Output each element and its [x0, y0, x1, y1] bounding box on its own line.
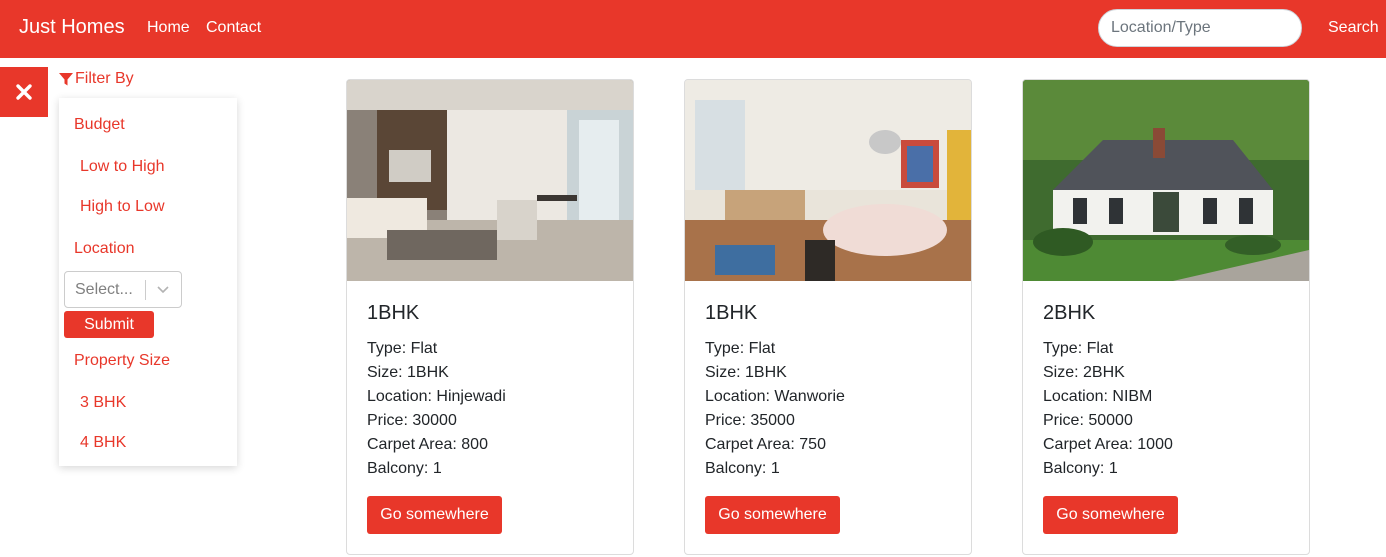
- property-size-label: Property Size: [74, 352, 171, 369]
- property-card: 1BHK Type: Flat Size: 1BHK Location: Hin…: [346, 79, 634, 555]
- funnel-icon: [59, 73, 73, 86]
- search-input[interactable]: [1098, 9, 1302, 47]
- property-card: 1BHK Type: Flat Size: 1BHK Location: Wan…: [684, 79, 972, 555]
- go-somewhere-button[interactable]: Go somewhere: [367, 496, 502, 534]
- search-button[interactable]: Search: [1328, 19, 1379, 37]
- property-card: 2BHK Type: Flat Size: 2BHK Location: NIB…: [1022, 79, 1310, 555]
- card-carpet-area: Carpet Area: 750: [705, 436, 826, 453]
- brand-logo[interactable]: Just Homes: [19, 16, 125, 39]
- size-4bhk[interactable]: 4 BHK: [80, 434, 126, 452]
- filter-header: Filter By: [58, 70, 134, 88]
- card-title: 2BHK: [1043, 302, 1096, 324]
- card-carpet-area: Carpet Area: 1000: [1043, 436, 1173, 453]
- go-somewhere-button[interactable]: Go somewhere: [705, 496, 840, 534]
- card-size: Size: 2BHK: [1043, 364, 1125, 381]
- submit-button[interactable]: Submit: [64, 311, 154, 338]
- card-balcony: Balcony: 1: [1043, 460, 1118, 477]
- card-title: 1BHK: [367, 302, 420, 324]
- card-carpet-area: Carpet Area: 800: [367, 436, 488, 453]
- budget-high-to-low[interactable]: High to Low: [80, 198, 165, 216]
- card-price: Price: 30000: [367, 412, 457, 429]
- card-balcony: Balcony: 1: [705, 460, 780, 477]
- property-image: [685, 80, 971, 281]
- filter-title: Filter By: [75, 70, 134, 87]
- location-label: Location: [74, 240, 135, 257]
- card-price: Price: 35000: [705, 412, 795, 429]
- card-balcony: Balcony: 1: [367, 460, 442, 477]
- card-type: Type: Flat: [367, 340, 438, 357]
- close-sidebar-button[interactable]: [0, 67, 48, 117]
- card-title: 1BHK: [705, 302, 758, 324]
- filter-panel: Budget Low to High High to Low Location …: [59, 98, 237, 466]
- card-location: Location: NIBM: [1043, 388, 1153, 405]
- go-somewhere-button[interactable]: Go somewhere: [1043, 496, 1178, 534]
- navbar: Just Homes Home Contact Search: [0, 0, 1386, 58]
- nav-link-contact[interactable]: Contact: [206, 19, 261, 37]
- location-select[interactable]: Select...: [64, 271, 182, 308]
- card-price: Price: 50000: [1043, 412, 1133, 429]
- location-select-placeholder: Select...: [75, 281, 133, 298]
- card-size: Size: 1BHK: [705, 364, 787, 381]
- card-location: Location: Hinjewadi: [367, 388, 506, 405]
- property-image: [1023, 80, 1309, 281]
- property-image: [347, 80, 633, 281]
- card-type: Type: Flat: [1043, 340, 1114, 357]
- card-size: Size: 1BHK: [367, 364, 449, 381]
- card-location: Location: Wanworie: [705, 388, 845, 405]
- card-type: Type: Flat: [705, 340, 776, 357]
- chevron-down-icon[interactable]: [155, 281, 171, 297]
- nav-link-home[interactable]: Home: [147, 19, 190, 37]
- budget-low-to-high[interactable]: Low to High: [80, 158, 165, 176]
- close-icon: [16, 84, 32, 100]
- budget-label: Budget: [74, 116, 125, 133]
- size-3bhk[interactable]: 3 BHK: [80, 394, 126, 412]
- select-divider: [145, 280, 146, 300]
